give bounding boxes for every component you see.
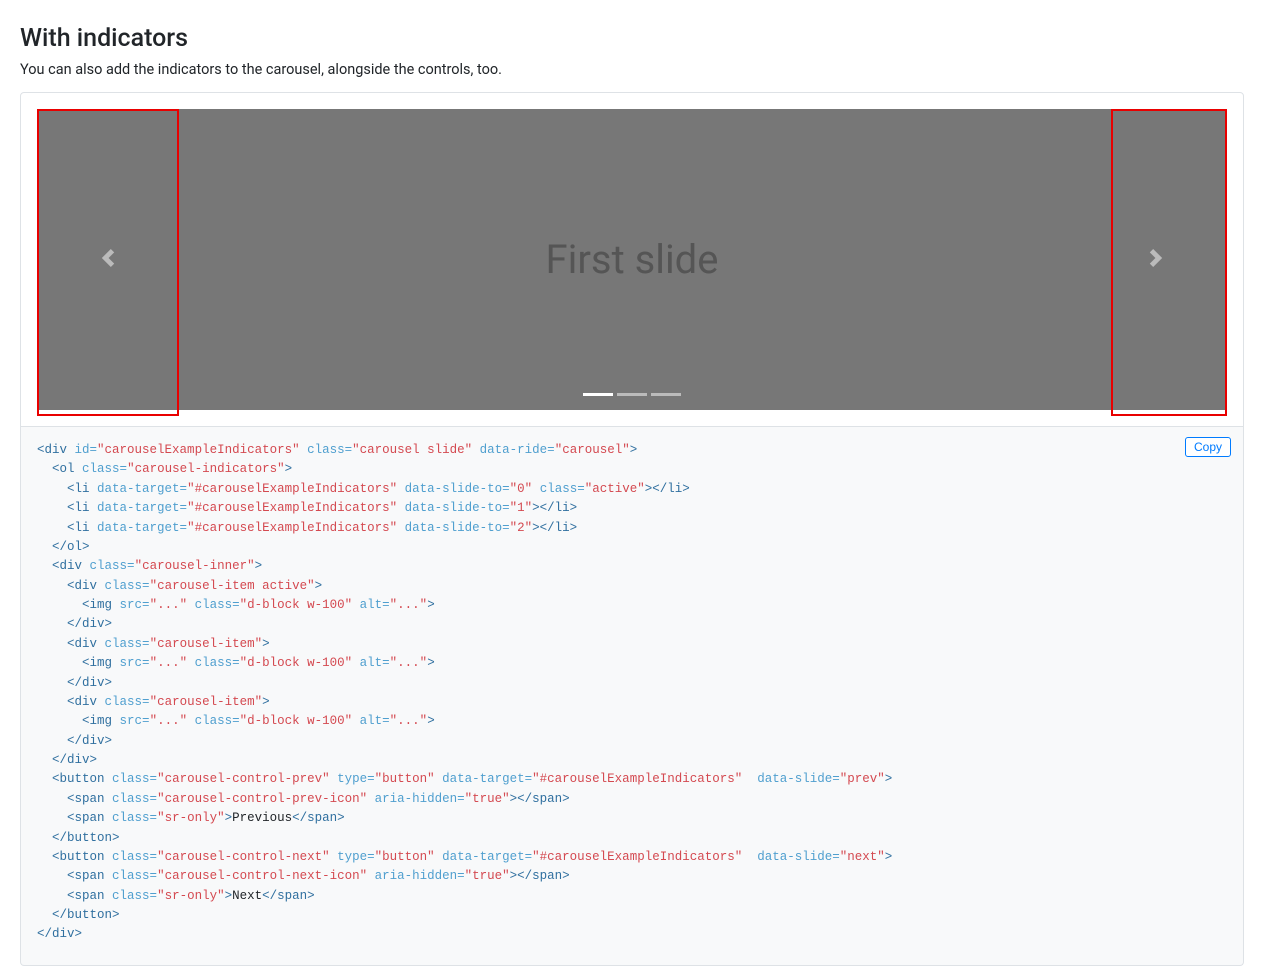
code-panel: Copy <div id="carouselExampleIndicators"… xyxy=(20,427,1244,966)
indicator-0[interactable] xyxy=(583,393,613,396)
indicator-1[interactable] xyxy=(617,393,647,396)
carousel-inner: First slide Second slide Third slide xyxy=(37,109,1227,410)
copy-button[interactable]: Copy xyxy=(1185,437,1231,457)
carousel-indicators xyxy=(37,393,1227,396)
section-heading: With indicators xyxy=(20,24,1244,53)
code-block: <div id="carouselExampleIndicators" clas… xyxy=(37,441,1227,945)
carousel-item: First slide xyxy=(37,109,1227,410)
example-panel: First slide Second slide Third slide Pre… xyxy=(20,92,1244,427)
carousel-next-button[interactable]: Next xyxy=(1085,109,1227,410)
chevron-left-icon xyxy=(99,249,117,270)
chevron-right-icon xyxy=(1147,249,1165,270)
carousel-prev-button[interactable]: Previous xyxy=(37,109,179,410)
carousel: First slide Second slide Third slide Pre… xyxy=(37,109,1227,410)
indicator-2[interactable] xyxy=(651,393,681,396)
slide-label: First slide xyxy=(546,236,719,283)
section-description: You can also add the indicators to the c… xyxy=(20,61,1244,78)
